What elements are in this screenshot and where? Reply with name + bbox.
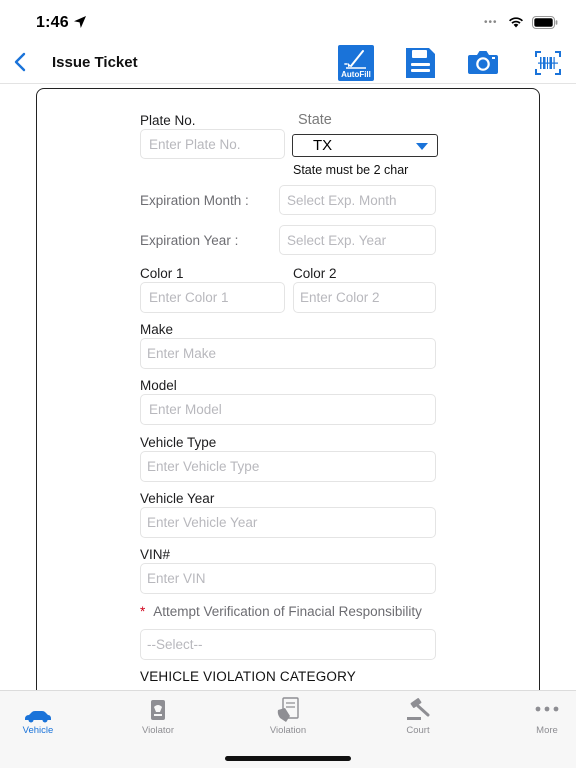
page-title: Issue Ticket xyxy=(52,54,138,71)
tab-violation-label: Violation xyxy=(269,725,307,736)
tab-vehicle-label: Vehicle xyxy=(22,725,54,736)
tab-violator-label: Violator xyxy=(141,725,175,736)
plate-input[interactable] xyxy=(140,129,285,159)
vehicle-year-input[interactable] xyxy=(140,507,436,538)
navigation-bar: Issue Ticket AutoFill xyxy=(0,44,576,84)
vehicle-year-label: Vehicle Year xyxy=(140,491,215,506)
exp-month-label: Expiration Month : xyxy=(140,193,249,208)
required-mark: * xyxy=(140,604,146,619)
violation-icon xyxy=(277,697,299,722)
state-label: State xyxy=(298,112,332,128)
color2-label: Color 2 xyxy=(293,266,337,281)
model-label: Model xyxy=(140,378,177,393)
tab-more[interactable]: More xyxy=(509,691,576,741)
exp-year-label: Expiration Year : xyxy=(140,233,239,248)
tab-violation[interactable]: Violation xyxy=(250,691,326,741)
state-select[interactable]: TX xyxy=(292,134,438,157)
exp-month-input[interactable] xyxy=(279,185,436,215)
financial-label-text: Attempt Verification of Finacial Respons… xyxy=(153,604,422,619)
more-icon xyxy=(535,706,559,712)
back-chevron-icon[interactable] xyxy=(12,50,30,74)
tab-vehicle[interactable]: Vehicle xyxy=(0,691,76,741)
autofill-button[interactable]: AutoFill xyxy=(337,44,375,82)
dropdown-caret-icon xyxy=(416,143,428,150)
financial-label: * Attempt Verification of Finacial Respon… xyxy=(140,604,422,619)
gavel-icon xyxy=(407,698,430,720)
wifi-icon xyxy=(509,17,523,28)
section-title: VEHICLE VIOLATION CATEGORY xyxy=(140,669,356,684)
battery-icon xyxy=(532,16,558,29)
tab-court[interactable]: Court xyxy=(380,691,456,741)
tab-more-label: More xyxy=(536,725,558,736)
home-indicator xyxy=(225,756,351,761)
screen: 1:46 ••• Issue Ticket AutoFill Plate No.… xyxy=(0,0,576,768)
color2-input[interactable] xyxy=(293,282,436,313)
state-hint: State must be 2 char xyxy=(293,163,409,177)
save-disk-icon[interactable] xyxy=(403,44,437,82)
location-arrow-icon xyxy=(74,16,86,28)
color1-input[interactable] xyxy=(140,282,285,313)
tab-court-label: Court xyxy=(406,725,430,736)
vehicle-type-input[interactable] xyxy=(140,451,436,482)
multitasking-dots-icon: ••• xyxy=(484,17,498,28)
autofill-label: AutoFill xyxy=(341,70,371,79)
vin-label: VIN# xyxy=(140,547,171,562)
financial-select[interactable] xyxy=(140,629,436,660)
model-input[interactable] xyxy=(140,394,436,425)
status-bar: 1:46 ••• xyxy=(0,0,576,44)
color1-label: Color 1 xyxy=(140,266,184,281)
make-input[interactable] xyxy=(140,338,436,369)
violator-icon xyxy=(151,700,165,720)
vin-input[interactable] xyxy=(140,563,436,594)
make-label: Make xyxy=(140,322,174,337)
plate-label: Plate No. xyxy=(140,113,196,128)
vehicle-type-label: Vehicle Type xyxy=(140,435,217,450)
state-value: TX xyxy=(313,137,333,154)
status-time: 1:46 xyxy=(36,14,69,31)
exp-year-input[interactable] xyxy=(279,225,436,255)
barcode-scan-icon[interactable] xyxy=(534,44,562,82)
tab-violator[interactable]: Violator xyxy=(120,691,196,741)
camera-icon[interactable] xyxy=(466,44,500,82)
car-icon xyxy=(25,711,51,723)
